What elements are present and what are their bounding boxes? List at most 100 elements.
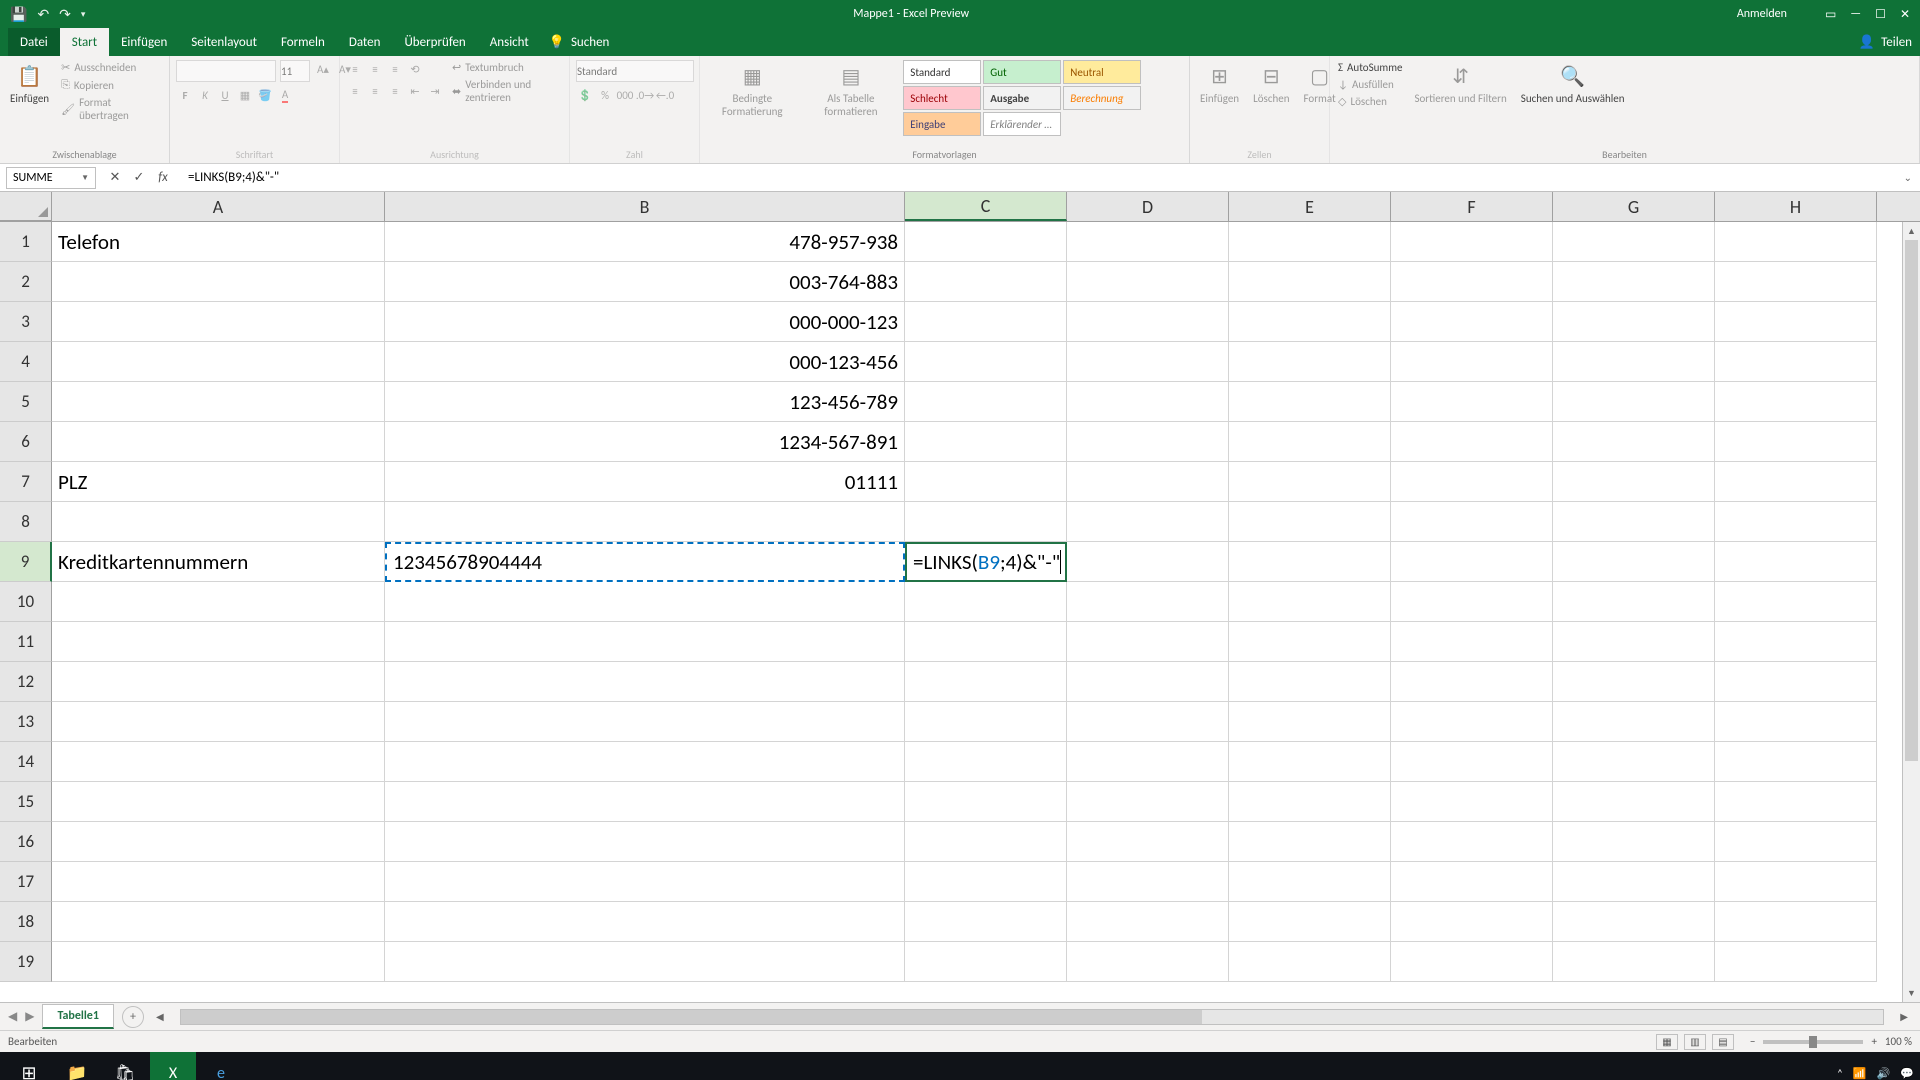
cell-G13[interactable] xyxy=(1553,702,1715,742)
name-box[interactable]: SUMME ▼ xyxy=(6,167,96,189)
cell-B13[interactable] xyxy=(385,702,905,742)
taskbar-file-explorer[interactable]: 📁 xyxy=(54,1052,100,1080)
cell-A3[interactable] xyxy=(52,302,385,342)
cell-G11[interactable] xyxy=(1553,622,1715,662)
thousands-icon[interactable]: 000 xyxy=(616,86,634,104)
vertical-scrollbar[interactable]: ▲ ▼ xyxy=(1902,222,1920,1002)
cell-F7[interactable] xyxy=(1391,462,1553,502)
cell-C4[interactable] xyxy=(905,342,1067,382)
cell-G12[interactable] xyxy=(1553,662,1715,702)
cell-A11[interactable] xyxy=(52,622,385,662)
cell-D10[interactable] xyxy=(1067,582,1229,622)
cell-D15[interactable] xyxy=(1067,782,1229,822)
cell-G8[interactable] xyxy=(1553,502,1715,542)
cell-A12[interactable] xyxy=(52,662,385,702)
cell-B14[interactable] xyxy=(385,742,905,782)
cell-C2[interactable] xyxy=(905,262,1067,302)
cell-C10[interactable] xyxy=(905,582,1067,622)
row-header-16[interactable]: 16 xyxy=(0,822,52,862)
border-button[interactable]: ▦ xyxy=(236,86,254,104)
cell-B7[interactable]: 01111 xyxy=(385,462,905,502)
cell-A15[interactable] xyxy=(52,782,385,822)
tab-review[interactable]: Überprüfen xyxy=(392,28,477,56)
cell-B16[interactable] xyxy=(385,822,905,862)
row-header-10[interactable]: 10 xyxy=(0,582,52,622)
cell-B4[interactable]: 000-123-456 xyxy=(385,342,905,382)
start-button[interactable]: ⊞ xyxy=(6,1052,52,1080)
cell-E11[interactable] xyxy=(1229,622,1391,662)
percent-icon[interactable]: % xyxy=(596,86,614,104)
cell-C1[interactable] xyxy=(905,222,1067,262)
cell-G7[interactable] xyxy=(1553,462,1715,502)
cell-C3[interactable] xyxy=(905,302,1067,342)
cell-D9[interactable] xyxy=(1067,542,1229,582)
underline-button[interactable]: U xyxy=(216,86,234,104)
row-header-5[interactable]: 5 xyxy=(0,382,52,422)
style-neutral[interactable]: Neutral xyxy=(1063,60,1141,84)
worksheet-grid[interactable]: A B C D E F G H 1Telefon478-957-9382003-… xyxy=(0,192,1920,1002)
col-header-h[interactable]: H xyxy=(1715,192,1877,221)
cell-G10[interactable] xyxy=(1553,582,1715,622)
cell-H3[interactable] xyxy=(1715,302,1877,342)
cell-edit-content[interactable]: =LINKS(B9;4)&"-" xyxy=(909,546,1067,578)
cell-styles-gallery[interactable]: Standard Gut Neutral Schlecht Ausgabe Be… xyxy=(903,60,1183,136)
zoom-level[interactable]: 100 % xyxy=(1885,1035,1912,1048)
cancel-formula-button[interactable]: ✕ xyxy=(106,167,124,189)
find-select-button[interactable]: 🔍Suchen und Auswählen xyxy=(1517,60,1629,107)
align-mid-icon[interactable]: ≡ xyxy=(366,60,384,78)
row-header-4[interactable]: 4 xyxy=(0,342,52,382)
scroll-down-arrow-icon[interactable]: ▼ xyxy=(1903,984,1920,1002)
orientation-icon[interactable]: ⟲ xyxy=(406,60,424,78)
style-berechnung[interactable]: Berechnung xyxy=(1063,86,1141,110)
save-icon[interactable]: 💾 xyxy=(10,6,27,23)
cell-H18[interactable] xyxy=(1715,902,1877,942)
cell-E15[interactable] xyxy=(1229,782,1391,822)
cell-A7[interactable]: PLZ xyxy=(52,462,385,502)
page-break-view-button[interactable]: ▤ xyxy=(1712,1034,1734,1050)
horizontal-scrollbar[interactable]: ◀ ▶ xyxy=(144,1009,1920,1025)
taskbar-edge[interactable]: e xyxy=(198,1052,244,1080)
cell-E8[interactable] xyxy=(1229,502,1391,542)
cell-G6[interactable] xyxy=(1553,422,1715,462)
sign-in-link[interactable]: Anmelden xyxy=(1737,7,1787,21)
cell-E9[interactable] xyxy=(1229,542,1391,582)
add-sheet-button[interactable]: + xyxy=(122,1006,144,1028)
cell-A2[interactable] xyxy=(52,262,385,302)
cell-B15[interactable] xyxy=(385,782,905,822)
row-header-7[interactable]: 7 xyxy=(0,462,52,502)
maximize-icon[interactable]: ☐ xyxy=(1875,7,1886,22)
cell-A6[interactable] xyxy=(52,422,385,462)
cell-D2[interactable] xyxy=(1067,262,1229,302)
cell-B5[interactable]: 123-456-789 xyxy=(385,382,905,422)
cell-B19[interactable] xyxy=(385,942,905,982)
expand-formula-bar-icon[interactable]: ⌄ xyxy=(1896,171,1920,184)
cell-D11[interactable] xyxy=(1067,622,1229,662)
cell-G1[interactable] xyxy=(1553,222,1715,262)
cell-C19[interactable] xyxy=(905,942,1067,982)
cell-G18[interactable] xyxy=(1553,902,1715,942)
taskbar-excel[interactable]: X xyxy=(150,1052,196,1080)
cell-E16[interactable] xyxy=(1229,822,1391,862)
delete-cells-button[interactable]: ⊟Löschen xyxy=(1249,60,1293,107)
row-header-12[interactable]: 12 xyxy=(0,662,52,702)
cell-A16[interactable] xyxy=(52,822,385,862)
cell-H5[interactable] xyxy=(1715,382,1877,422)
row-header-14[interactable]: 14 xyxy=(0,742,52,782)
row-header-8[interactable]: 8 xyxy=(0,502,52,542)
cell-E13[interactable] xyxy=(1229,702,1391,742)
select-all-corner[interactable] xyxy=(0,192,52,221)
cell-B6[interactable]: 1234-567-891 xyxy=(385,422,905,462)
cell-E12[interactable] xyxy=(1229,662,1391,702)
indent-dec-icon[interactable]: ⇤ xyxy=(406,82,424,100)
cell-H14[interactable] xyxy=(1715,742,1877,782)
cell-D13[interactable] xyxy=(1067,702,1229,742)
sheet-nav-next-icon[interactable]: ▶ xyxy=(25,1009,34,1024)
cell-C17[interactable] xyxy=(905,862,1067,902)
cell-E4[interactable] xyxy=(1229,342,1391,382)
cell-D8[interactable] xyxy=(1067,502,1229,542)
cell-A10[interactable] xyxy=(52,582,385,622)
cell-B12[interactable] xyxy=(385,662,905,702)
cell-C12[interactable] xyxy=(905,662,1067,702)
cell-H13[interactable] xyxy=(1715,702,1877,742)
cell-A5[interactable] xyxy=(52,382,385,422)
